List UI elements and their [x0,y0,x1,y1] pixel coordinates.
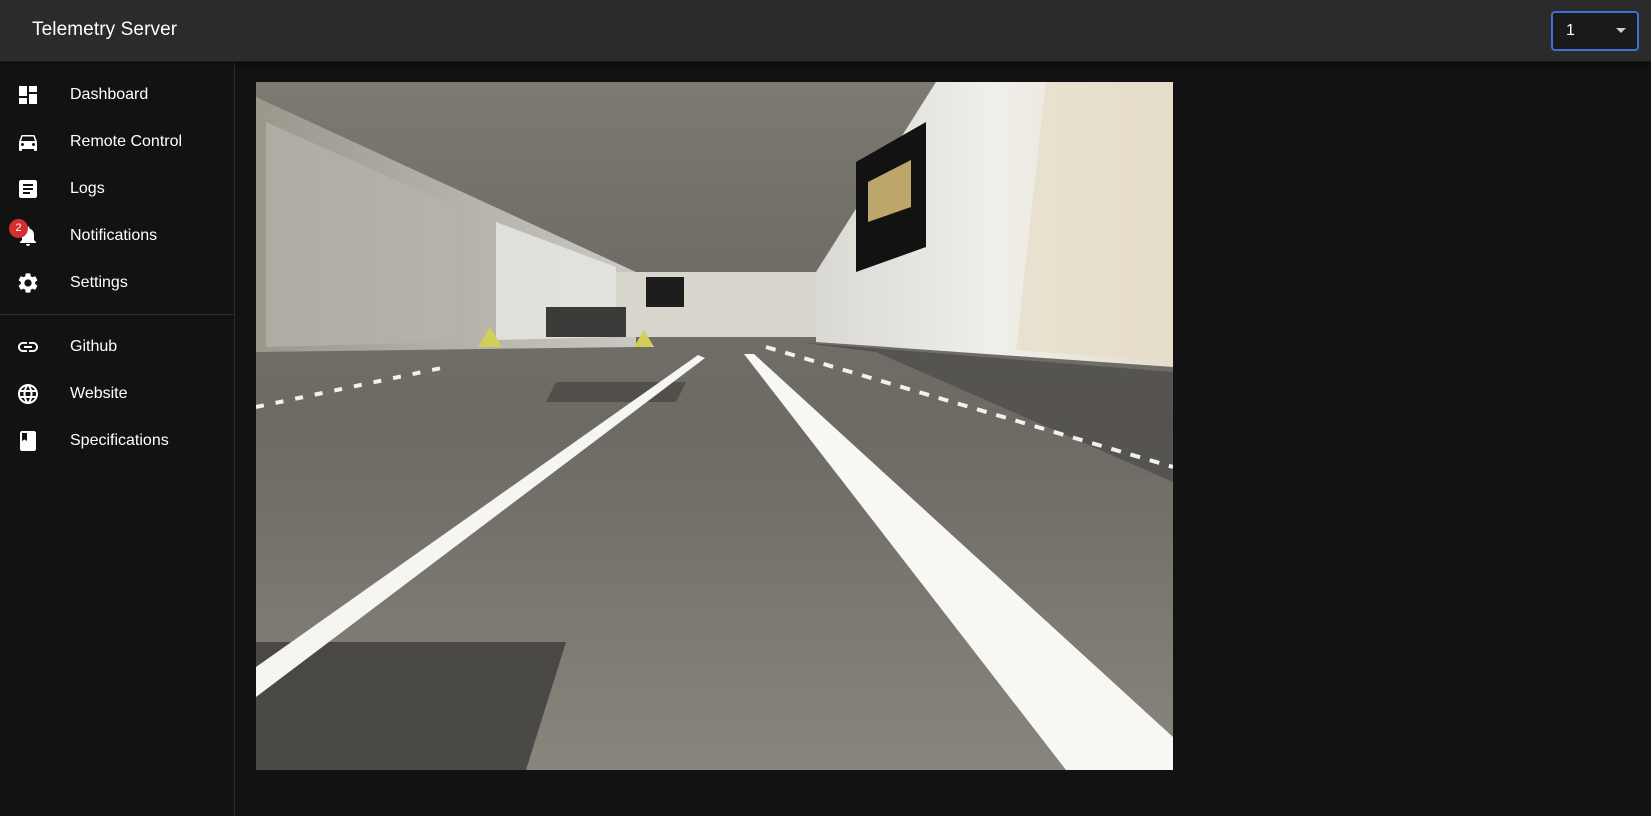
sidebar: Dashboard Remote Control Logs Notificati… [0,63,235,816]
app-title: Telemetry Server [32,19,178,40]
sidebar-item-github[interactable]: Github [0,324,234,371]
sidebar-item-logs[interactable]: Logs [0,166,234,213]
sidebar-item-remote-control[interactable]: Remote Control [0,119,234,166]
car-icon [16,130,40,154]
vehicle-select-value: 1 [1566,22,1575,39]
sidebar-item-label: Remote Control [70,133,183,150]
sidebar-item-label: Specifications [70,432,169,449]
sidebar-item-label: Notifications [70,227,158,244]
sidebar-item-specifications[interactable]: Specifications [0,418,234,465]
article-icon [16,177,40,201]
sidebar-item-label: Dashboard [70,86,149,103]
caret-down-icon [1616,28,1626,33]
app-bar: Telemetry Server 1 [0,0,1651,62]
book-icon [16,429,40,453]
notification-count-badge: 2 [9,219,28,238]
sidebar-divider [0,314,234,315]
camera-feed-image [256,82,1173,770]
sidebar-item-notifications[interactable]: Notifications [0,213,234,260]
globe-icon [16,382,40,406]
link-icon [16,335,40,359]
sidebar-item-label: Github [70,338,118,355]
vehicle-select[interactable]: 1 [1551,11,1639,51]
sidebar-item-dashboard[interactable]: Dashboard [0,72,234,119]
dashboard-icon [16,83,40,107]
sidebar-item-website[interactable]: Website [0,371,234,418]
gear-icon [16,271,40,295]
sidebar-item-settings[interactable]: Settings [0,260,234,307]
camera-feed-scene [256,82,1173,770]
sidebar-item-label: Settings [70,274,128,291]
sidebar-item-label: Logs [70,180,105,197]
sidebar-item-label: Website [70,385,128,402]
